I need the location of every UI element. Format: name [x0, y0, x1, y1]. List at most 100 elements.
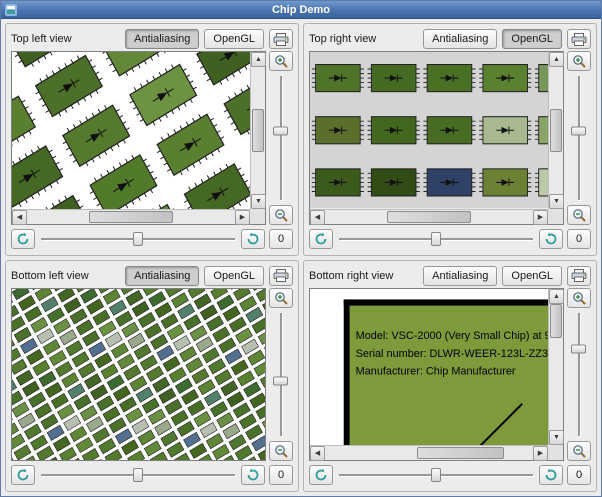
- zoom-out-icon: [573, 445, 586, 458]
- zoom-column: [567, 51, 591, 225]
- slider-handle[interactable]: [133, 468, 143, 482]
- zoom-out-button[interactable]: [269, 204, 293, 225]
- rotate-right-button[interactable]: [539, 465, 563, 485]
- reset-button[interactable]: 0: [269, 228, 293, 249]
- antialiasing-button[interactable]: Antialiasing: [125, 29, 200, 49]
- antialiasing-button[interactable]: Antialiasing: [423, 29, 498, 49]
- rotate-right-button[interactable]: [241, 228, 265, 249]
- scroll-handle[interactable]: [550, 108, 562, 152]
- reset-button[interactable]: 0: [567, 228, 591, 249]
- slider-handle[interactable]: [133, 231, 143, 246]
- panel-header: Bottom right view Antialiasing OpenGL: [309, 264, 591, 288]
- zoom-in-icon: [573, 291, 586, 305]
- rotate-left-button[interactable]: [11, 228, 35, 249]
- scene-top-left: [12, 52, 250, 209]
- view-label: Bottom left view: [11, 269, 89, 282]
- scroll-left-button[interactable]: ◀: [310, 209, 325, 225]
- rotate-slider[interactable]: [39, 229, 237, 249]
- reset-button[interactable]: 0: [269, 465, 293, 485]
- scroll-right-button[interactable]: ▶: [533, 446, 548, 461]
- scroll-left-button[interactable]: ◀: [12, 209, 27, 225]
- opengl-button[interactable]: OpenGL: [502, 265, 562, 286]
- zoom-in-button[interactable]: [567, 287, 591, 308]
- scroll-up-button[interactable]: ▲: [549, 288, 564, 304]
- zoom-slider[interactable]: [271, 74, 291, 202]
- slider-handle[interactable]: [431, 231, 441, 246]
- panel-top-right: Top right view Antialiasing OpenGL ▲ ▼ ◀…: [303, 23, 597, 256]
- rotate-left-icon: [17, 468, 29, 481]
- rotate-slider[interactable]: [39, 465, 237, 485]
- scroll-track[interactable]: [251, 67, 265, 194]
- zoom-slider[interactable]: [569, 311, 589, 439]
- horizontal-scrollbar[interactable]: ◀ ▶: [12, 208, 250, 225]
- scroll-track[interactable]: [549, 303, 563, 431]
- graphics-view[interactable]: ▲ ▼ ◀ ▶: [11, 51, 266, 225]
- graphics-view[interactable]: ▲ ▼ ◀ ▶: [309, 51, 564, 225]
- horizontal-scrollbar[interactable]: ◀ ▶: [310, 445, 548, 461]
- scroll-up-button[interactable]: ▲: [251, 52, 266, 67]
- print-button[interactable]: [567, 265, 591, 286]
- zoom-slider[interactable]: [271, 311, 291, 439]
- scroll-handle[interactable]: [252, 108, 264, 152]
- scroll-down-button[interactable]: ▼: [549, 193, 564, 209]
- scroll-right-button[interactable]: ▶: [235, 209, 250, 225]
- graphics-view[interactable]: [11, 287, 266, 461]
- scroll-handle[interactable]: [89, 210, 173, 223]
- rotate-slider[interactable]: [337, 465, 535, 485]
- opengl-button[interactable]: OpenGL: [502, 29, 562, 49]
- rotate-left-button[interactable]: [309, 465, 333, 485]
- view-label: Top left view: [11, 33, 72, 45]
- opengl-button[interactable]: OpenGL: [204, 29, 264, 49]
- antialiasing-button[interactable]: Antialiasing: [423, 265, 498, 286]
- print-button[interactable]: [269, 29, 293, 49]
- scroll-track[interactable]: [549, 67, 563, 194]
- zoom-slider[interactable]: [569, 74, 589, 202]
- rotate-right-button[interactable]: [241, 465, 265, 485]
- scroll-handle[interactable]: [416, 447, 504, 459]
- scroll-right-button[interactable]: ▶: [533, 209, 548, 225]
- rotate-left-button[interactable]: [11, 465, 35, 485]
- scroll-track[interactable]: [325, 210, 533, 224]
- slider-handle[interactable]: [571, 344, 586, 354]
- zoom-in-button[interactable]: [567, 51, 591, 71]
- vertical-scrollbar[interactable]: ▲ ▼: [250, 52, 266, 209]
- zoom-out-button[interactable]: [567, 441, 591, 461]
- antialiasing-button[interactable]: Antialiasing: [125, 265, 200, 286]
- slider-groove: [280, 76, 282, 200]
- scroll-handle[interactable]: [387, 210, 471, 223]
- scroll-handle[interactable]: [550, 303, 562, 338]
- zoom-column: [269, 287, 293, 461]
- rotate-row: 0: [309, 227, 591, 251]
- reset-button[interactable]: 0: [567, 465, 591, 485]
- slider-handle[interactable]: [571, 126, 586, 136]
- zoom-out-icon: [275, 445, 288, 458]
- graphics-view[interactable]: Model: VSC-2000 (Very Small Chip) at 9 S…: [309, 287, 564, 461]
- print-button[interactable]: [269, 265, 293, 286]
- rotate-left-button[interactable]: [309, 228, 333, 249]
- scroll-down-button[interactable]: ▼: [549, 430, 564, 445]
- zoom-out-button[interactable]: [269, 441, 293, 461]
- slider-handle[interactable]: [273, 126, 288, 136]
- scroll-track[interactable]: [27, 210, 235, 224]
- scene-bottom-left: [12, 288, 265, 460]
- slider-handle[interactable]: [431, 468, 441, 482]
- scroll-left-button[interactable]: ◀: [310, 446, 325, 461]
- printer-icon: [571, 269, 587, 282]
- vertical-scrollbar[interactable]: ▲ ▼: [548, 288, 564, 445]
- app-icon: [5, 4, 17, 16]
- zoom-out-button[interactable]: [567, 204, 591, 225]
- scroll-up-button[interactable]: ▲: [549, 52, 564, 67]
- zoom-in-button[interactable]: [269, 287, 293, 308]
- zoom-in-button[interactable]: [269, 51, 293, 71]
- horizontal-scrollbar[interactable]: ◀ ▶: [310, 208, 548, 225]
- window-titlebar[interactable]: Chip Demo: [1, 1, 601, 19]
- print-button[interactable]: [567, 29, 591, 49]
- opengl-button[interactable]: OpenGL: [204, 265, 264, 286]
- vertical-scrollbar[interactable]: ▲ ▼: [548, 52, 564, 209]
- scroll-down-button[interactable]: ▼: [251, 193, 266, 209]
- rotate-right-icon: [545, 468, 557, 481]
- slider-handle[interactable]: [273, 376, 288, 386]
- rotate-slider[interactable]: [337, 229, 535, 249]
- scroll-track[interactable]: [325, 446, 533, 460]
- rotate-right-button[interactable]: [539, 228, 563, 249]
